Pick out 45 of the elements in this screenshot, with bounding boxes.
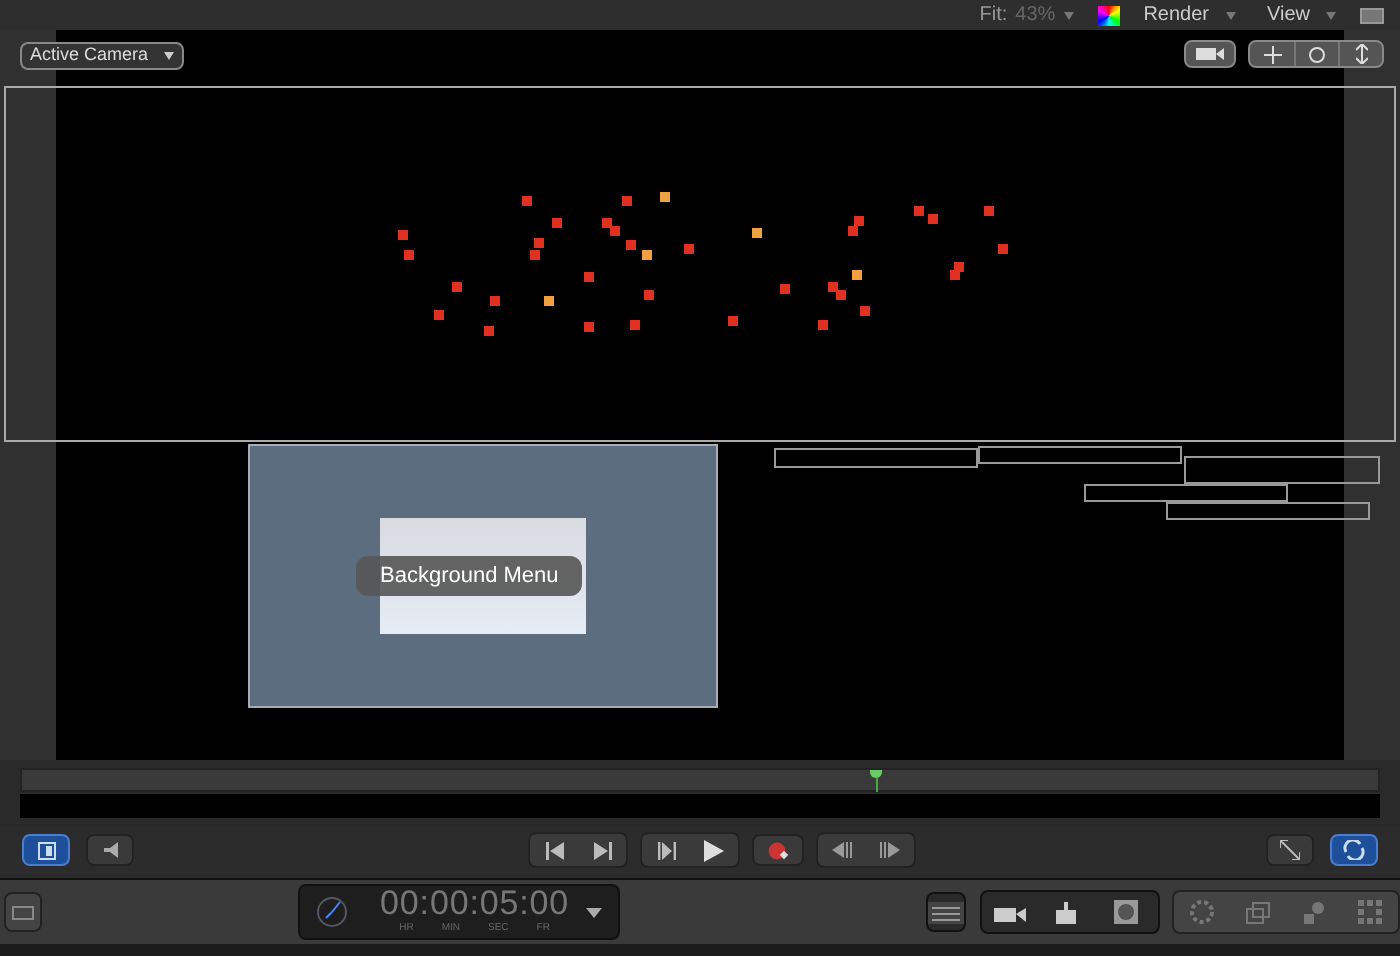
camera-dropdown[interactable]: Active Camera — [20, 42, 185, 70]
keyframe-forward-icon — [880, 842, 900, 858]
settings-icon — [1190, 900, 1214, 924]
color-swatch-icon[interactable] — [1097, 5, 1120, 25]
skip-forward-icon — [593, 841, 611, 859]
timecode-value: 00:00:05:00 — [380, 886, 570, 923]
vertical-arrows-icon — [1355, 44, 1367, 64]
record-icon — [767, 841, 789, 859]
loop-icon — [1342, 840, 1366, 860]
audio-button[interactable] — [86, 834, 134, 866]
caret-icon — [1326, 11, 1336, 19]
caret-icon — [164, 52, 175, 60]
clock-icon — [316, 896, 349, 928]
window-layout-icon[interactable] — [1360, 7, 1384, 23]
menu-button[interactable]: Render — [1143, 0, 1235, 30]
step-icon — [657, 841, 675, 859]
camera-button[interactable] — [1184, 40, 1236, 68]
play-icon — [704, 839, 724, 861]
caret-icon — [1225, 11, 1235, 19]
move-icon — [1263, 45, 1281, 63]
keyframe-back-icon — [832, 842, 852, 858]
monitor-icon — [12, 905, 35, 919]
playhead[interactable] — [870, 770, 883, 792]
rotate-icon — [1308, 45, 1326, 63]
layout-toggle-button[interactable] — [22, 834, 70, 866]
dots-grid-icon — [1358, 900, 1382, 924]
object-label: Background Menu — [356, 556, 583, 596]
loop-button[interactable] — [1330, 834, 1378, 866]
fit-label: Fit: — [979, 2, 1008, 30]
camera-icon — [994, 903, 1026, 921]
skip-back-icon — [545, 841, 563, 859]
shapes-icon — [1302, 900, 1326, 924]
view-menu-button[interactable] — [4, 892, 43, 932]
panel-icon — [37, 841, 55, 859]
caret-icon[interactable] — [585, 907, 602, 917]
expand-icon — [1280, 840, 1300, 860]
camera-icon — [1196, 46, 1224, 62]
layers-icon — [1246, 901, 1270, 923]
fullscreen-button[interactable] — [1266, 834, 1314, 866]
menu-button[interactable]: View — [1267, 0, 1336, 30]
speaker-icon — [103, 842, 117, 858]
sliders-icon — [927, 901, 964, 923]
record-button[interactable] — [752, 834, 804, 866]
caret-icon — [1063, 11, 1074, 19]
properties-button[interactable] — [925, 892, 966, 932]
